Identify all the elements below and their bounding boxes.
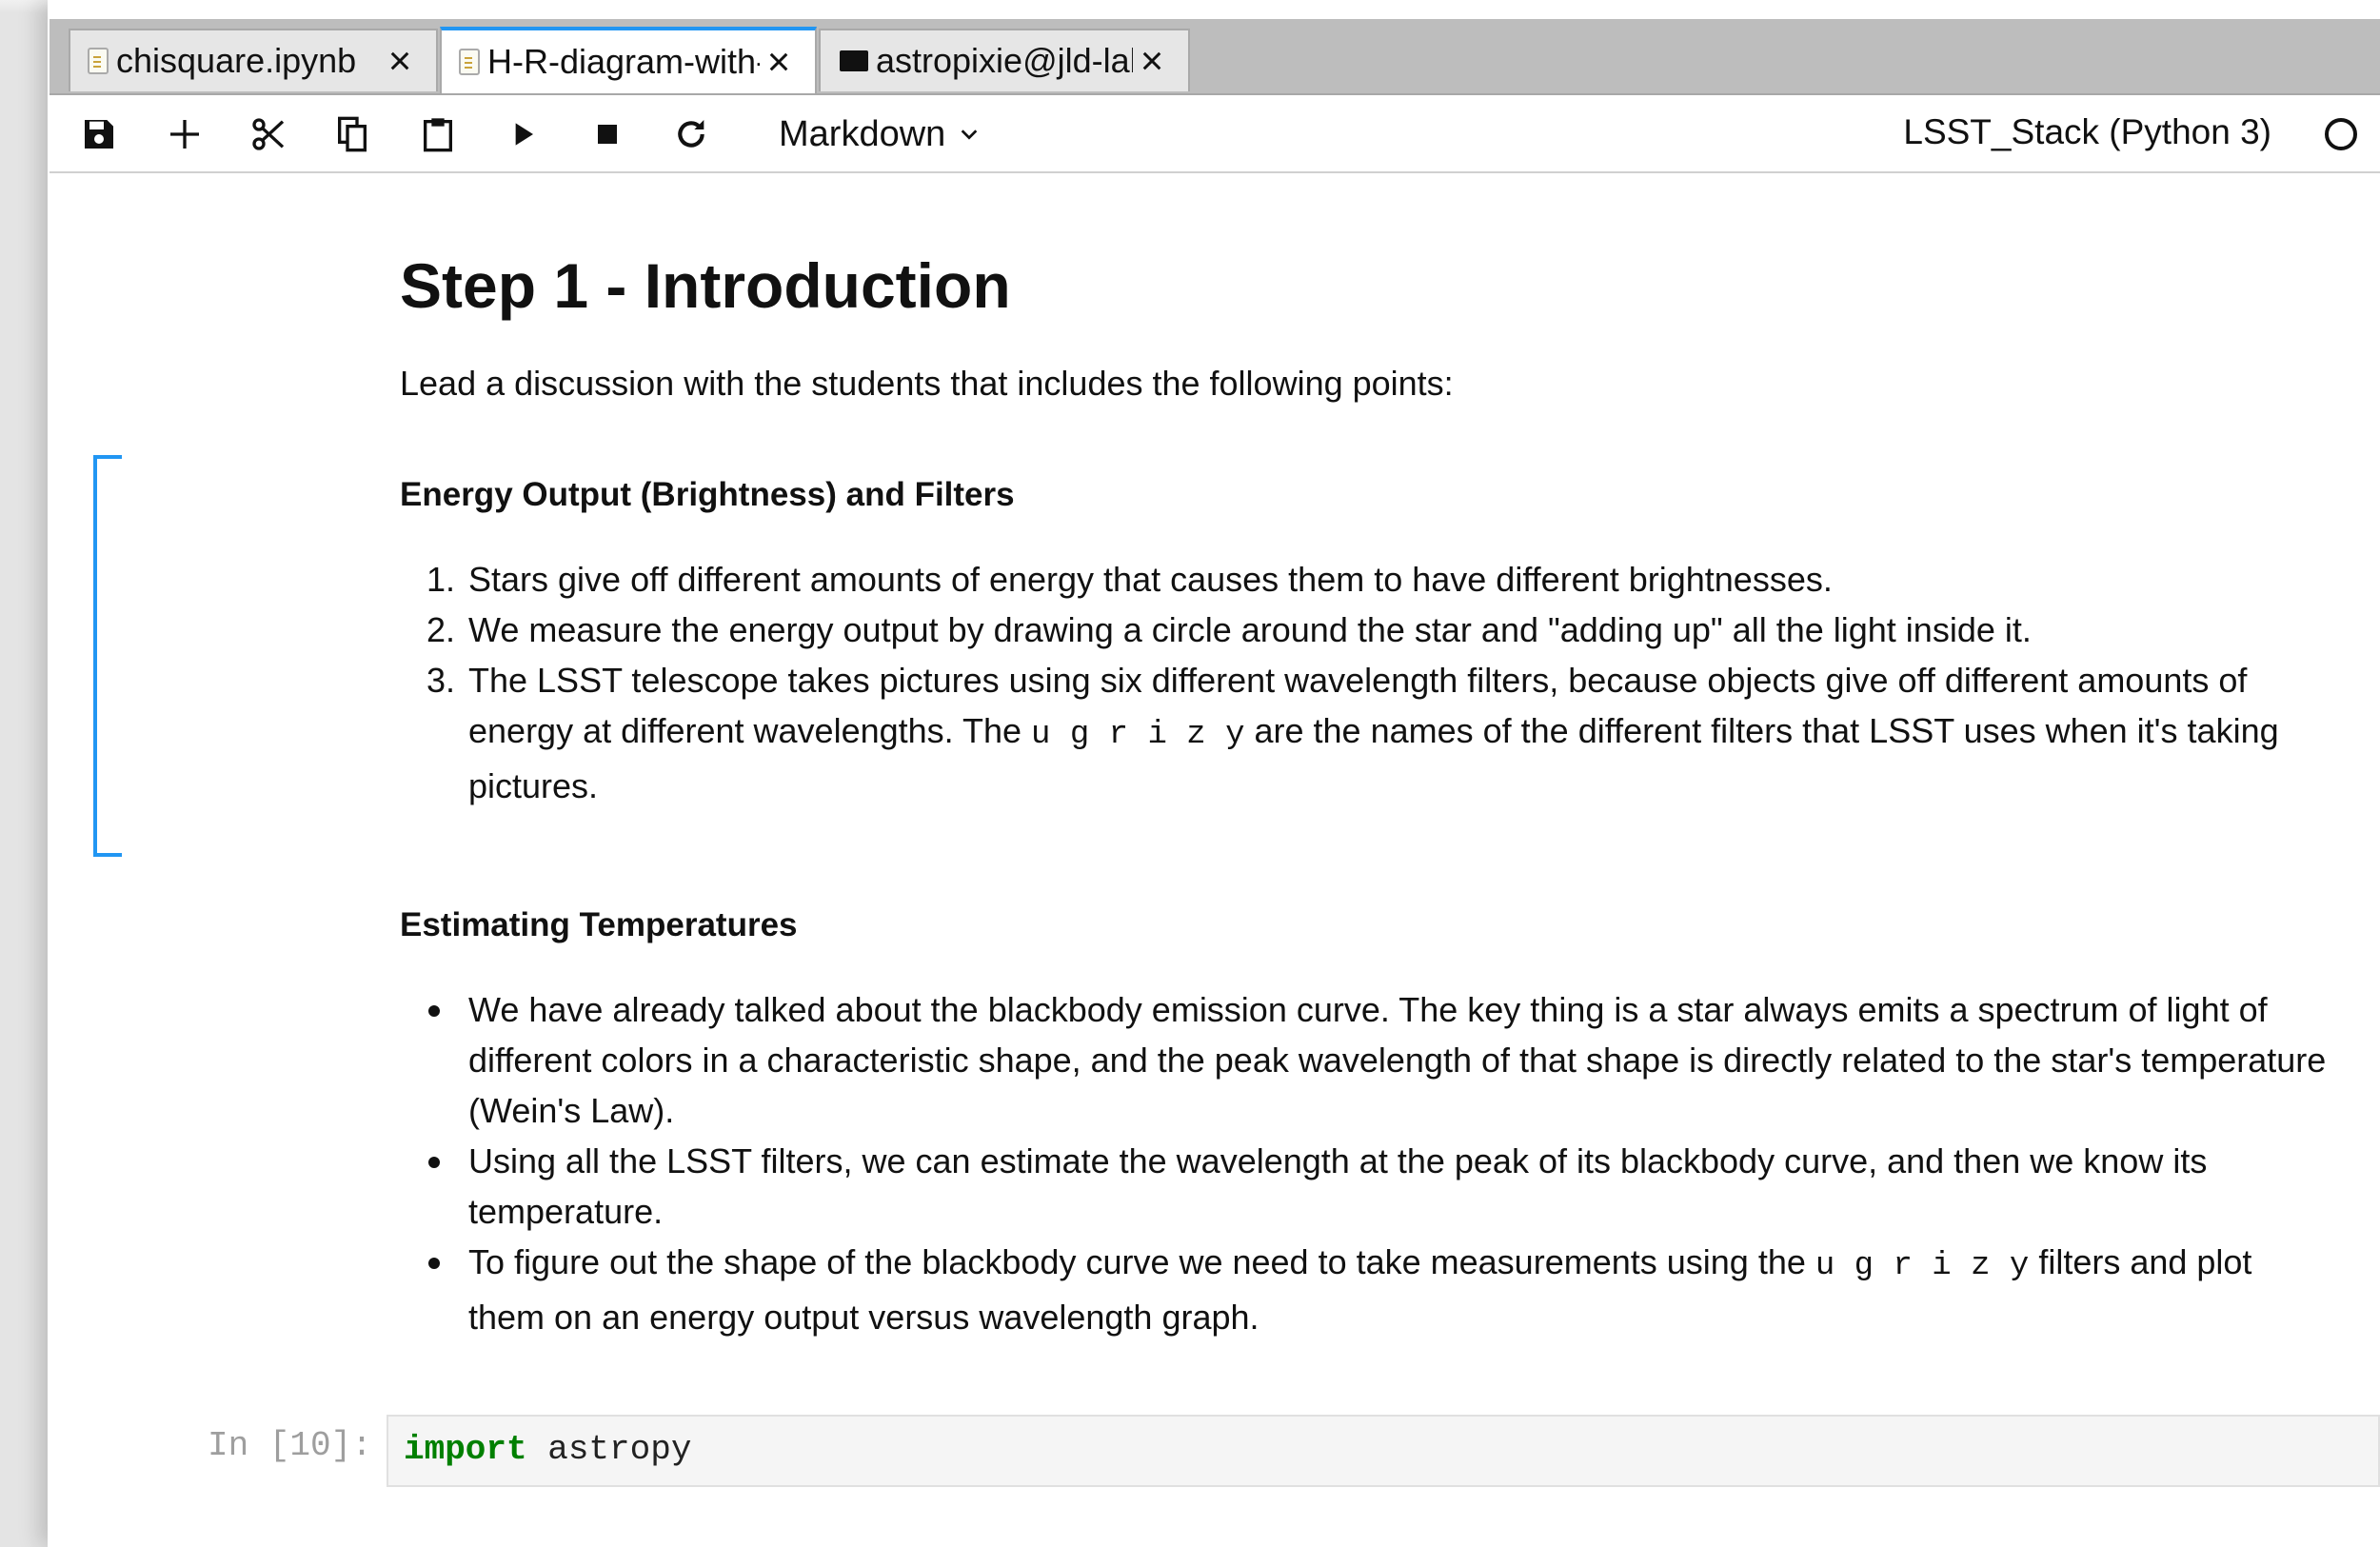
page-title: Step 1 - Introduction — [400, 250, 1011, 321]
section-heading: Estimating Temperatures — [400, 906, 798, 943]
plus-icon — [170, 120, 199, 149]
bullet-icon — [428, 1258, 440, 1269]
text-span: energy at different wavelengths. The — [468, 711, 1032, 750]
text-span: filters and plot — [2029, 1242, 2252, 1281]
cut-button[interactable] — [242, 109, 295, 160]
tab-terminal[interactable]: astropixie@jld-lab × — [819, 29, 1190, 91]
list-text: Using all the LSST filters, we can estim… — [468, 1141, 2208, 1180]
list-item: 3. The LSST telescope takes pictures usi… — [426, 655, 2380, 811]
code-keyword: import — [404, 1430, 527, 1469]
list-item: We have already talked about the blackbo… — [428, 984, 2380, 1136]
paste-button[interactable] — [411, 109, 465, 160]
active-cell-indicator[interactable] — [93, 455, 122, 857]
copy-button[interactable] — [326, 109, 379, 160]
list-item: 1. Stars give off different amounts of e… — [426, 554, 2380, 605]
add-cell-button[interactable] — [158, 109, 211, 160]
list-number: 3. — [426, 661, 455, 700]
code-text: import astropy — [404, 1430, 691, 1469]
intro-text: Lead a discussion with the students that… — [400, 364, 1454, 403]
cell-type-label: Markdown — [779, 113, 946, 154]
close-icon[interactable]: × — [760, 42, 798, 82]
run-icon — [515, 123, 533, 146]
restart-icon — [678, 120, 704, 148]
notebook-panel: Step 1 - Introduction Lead a discussion … — [50, 173, 2380, 1547]
list-text: (Wein's Law). — [468, 1091, 675, 1130]
text-span: are the names of the different filters t… — [1244, 711, 2279, 750]
section-heading: Energy Output (Brightness) and Filters — [400, 476, 1015, 513]
list-text: The LSST telescope takes pictures using … — [468, 661, 2248, 700]
tab-bar: chisquare.ipynb × H-R-diagram-with-LSST … — [50, 19, 2380, 95]
tab-hr-diagram[interactable]: H-R-diagram-with-LSST × — [440, 27, 817, 93]
list-item: 2. We measure the energy output by drawi… — [426, 605, 2380, 655]
notebook-file-icon — [459, 49, 480, 75]
cell-type-select[interactable]: Markdown — [779, 109, 980, 160]
list-text: To figure out the shape of the blackbody… — [468, 1237, 2380, 1292]
list-number: 1. — [426, 560, 455, 599]
chevron-down-icon — [961, 129, 978, 140]
tab-label: H-R-diagram-with-LSST — [487, 42, 760, 81]
list-text: pictures. — [468, 766, 599, 805]
filter-names-code: u g r i z y — [1031, 717, 1245, 753]
bullet-icon — [428, 1157, 440, 1168]
stop-icon — [598, 125, 617, 144]
list-text: energy at different wavelengths. The u g… — [468, 705, 2380, 761]
list-text: We have already talked about the blackbo… — [468, 990, 2268, 1029]
paste-icon — [424, 118, 452, 152]
scissors-icon — [252, 118, 285, 150]
code-cell-editor[interactable]: import astropy — [387, 1415, 2380, 1487]
tab-label: chisquare.ipynb — [116, 41, 357, 80]
cell-prompt: In [10]: — [208, 1426, 372, 1465]
list-item: To figure out the shape of the blackbody… — [428, 1237, 2380, 1342]
code-module: astropy — [526, 1430, 692, 1469]
tab-label: astropixie@jld-lab — [876, 41, 1133, 80]
text-span: To figure out the shape of the blackbody… — [468, 1242, 1815, 1281]
close-icon[interactable]: × — [381, 41, 419, 81]
list-number: 2. — [426, 610, 455, 649]
filter-names-code: u g r i z y — [1815, 1248, 2030, 1284]
notebook-toolbar: Markdown LSST_Stack (Python 3) — [50, 95, 2380, 173]
copy-icon — [338, 116, 367, 152]
list-text: We measure the energy output by drawing … — [468, 610, 2032, 649]
stop-button[interactable] — [581, 109, 634, 160]
list-text: them on an energy output versus waveleng… — [468, 1298, 1259, 1337]
run-button[interactable] — [497, 109, 550, 160]
save-icon — [85, 120, 113, 149]
restart-button[interactable] — [664, 109, 718, 160]
save-button[interactable] — [72, 109, 126, 160]
tab-chisquare[interactable]: chisquare.ipynb × — [69, 29, 438, 91]
bullet-icon — [428, 1005, 440, 1017]
kernel-name[interactable]: LSST_Stack (Python 3) — [1903, 112, 2271, 152]
close-icon[interactable]: × — [1133, 41, 1171, 81]
notebook-file-icon — [88, 48, 109, 74]
list-text: temperature. — [468, 1192, 664, 1231]
list-text: Stars give off different amounts of ener… — [468, 560, 1833, 599]
kernel-status-icon — [2325, 118, 2357, 150]
list-item: Using all the LSST filters, we can estim… — [428, 1136, 2380, 1237]
terminal-icon — [840, 50, 868, 71]
list-text: different colors in a characteristic sha… — [468, 1041, 2327, 1080]
